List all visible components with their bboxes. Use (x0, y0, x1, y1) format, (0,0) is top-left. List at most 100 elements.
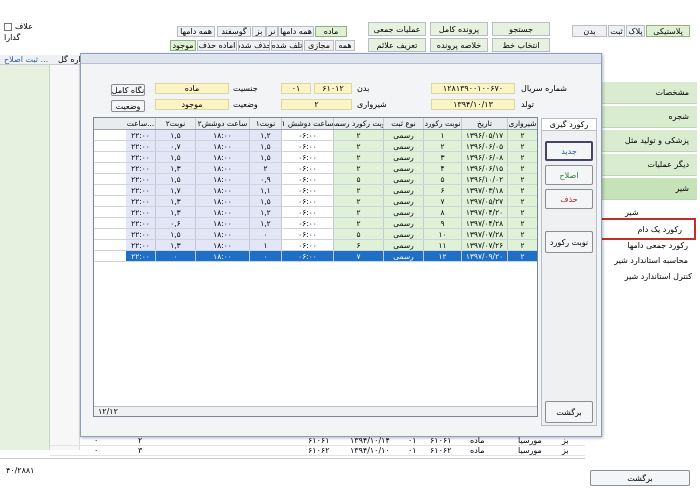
table-cell: ۱۸:۰۰ (196, 141, 250, 151)
bg-cell: ۲ (138, 436, 143, 445)
bg-row-1[interactable]: بز مورسیا ماده ۶۱۰۶۱ ۰۱ ۱۳۹۴/۱۰/۱۴ ۶۱۰۶۱… (50, 436, 585, 446)
define-signs-button[interactable]: تعریف علائم (368, 38, 426, 52)
table-row[interactable]: ۲ ۱۳۹۷/۰۹/۲۰ ۱۲ رسمی ۷ ۰۶:۰۰ ۰ ۱۸:۰۰ ۰ ۲۲:۰۰ (94, 251, 537, 262)
tab-available[interactable]: موجود (170, 40, 196, 51)
column-header[interactable]: تاریخ (462, 118, 508, 129)
background-rows: بز مورسیا ماده ۶۱۰۶۱ ۰۱ ۱۳۹۴/۱۰/۱۴ ۶۱۰۶۱… (50, 436, 585, 456)
table-cell: رسمی (384, 185, 424, 195)
table-cell: ۱۸:۰۰ (196, 163, 250, 173)
tab-plak[interactable]: پلاک (626, 25, 645, 37)
full-file-button[interactable]: پرونده کامل (430, 22, 488, 36)
status-button[interactable]: وضعیت (111, 100, 145, 112)
column-header[interactable]: نوبت رکورد رسمی (334, 118, 384, 129)
table-cell: ۱۸:۰۰ (196, 196, 250, 206)
nav-details[interactable]: مشخصات (602, 82, 697, 104)
table-cell: ۱۸:۰۰ (196, 251, 250, 261)
table-row[interactable]: ۲ ۱۳۹۶/۰۵/۱۷ ۱ رسمی ۲ ۰۶:۰۰ ۱,۲ ۱۸:۰۰ ۱,۵ ۲۲:۰۰ (94, 130, 537, 141)
table-cell: ۰۶:۰۰ (282, 196, 334, 206)
table-row[interactable]: ۲ ۱۳۹۶/۰۶/۱۵ ۴ رسمی ۲ ۰۶:۰۰ ۲ ۱۸:۰۰ ۱,۳ ۲۲:۰۰ (94, 163, 537, 174)
dialog-back-button[interactable]: برگشت (545, 401, 593, 423)
table-cell: ۲۲:۰۰ (126, 141, 156, 151)
tab-virtual[interactable]: مجازی (304, 40, 334, 51)
table-row[interactable]: ۲ ۱۳۹۶/۱۰/۰۲ ۵ رسمی ۵ ۰۶:۰۰ ۰,۹ ۱۸:۰۰ ۱,۵ ۲۲:۰۰ (94, 174, 537, 185)
record-type-button[interactable]: نوبت رکورد (545, 231, 593, 253)
new-button[interactable]: جدید (545, 141, 593, 161)
table-cell: ۱,۲ (250, 207, 282, 217)
tab-sheep[interactable]: گوسفند (217, 26, 251, 37)
background-grid-col2 (50, 65, 80, 450)
table-cell: رسمی (384, 141, 424, 151)
edit-button[interactable]: اصلاح (545, 165, 593, 185)
column-header[interactable]: نوبت۲ (156, 118, 196, 129)
table-cell: ۱,۲ (250, 130, 282, 140)
table-cell: ۱ (250, 240, 282, 250)
sub-milk[interactable]: شیر (625, 208, 639, 217)
table-row[interactable]: ۲ ۱۳۹۷/۰۷/۲۶ ۱۱ رسمی ۶ ۰۶:۰۰ ۱ ۱۸:۰۰ ۱,۳ ۲۲:۰۰ (94, 240, 537, 251)
nav-medical[interactable]: پزشکی و تولید مثل (602, 130, 697, 152)
nav-milk[interactable]: شیر (602, 178, 697, 200)
tab-all-animals-2[interactable]: همه دامها (278, 26, 314, 37)
status-divider (0, 458, 585, 459)
nav-pedigree[interactable]: شجره (602, 106, 697, 128)
sub-bulk-record[interactable]: رکورد جمعی دامها (627, 241, 688, 250)
table-row[interactable]: ۲ ۱۳۹۷/۰۴/۲۸ ۹ رسمی ۲ ۰۶:۰۰ ۱,۲ ۱۸:۰۰ ۰,۶ ۲۲:۰۰ (94, 218, 537, 229)
table-row[interactable]: ۲ ۱۳۹۶/۰۶/۰۸ ۳ رسمی ۲ ۰۶:۰۰ ۱,۵ ۱۸:۰۰ ۱,۵ ۲۲:۰۰ (94, 152, 537, 163)
table-cell: ۲ (250, 163, 282, 173)
column-header[interactable]: شیرواری (508, 118, 537, 129)
tab-body[interactable]: بدن (572, 25, 607, 37)
table-cell: ۱,۳ (156, 196, 196, 206)
table-row[interactable]: ۲ ۱۳۹۶/۰۶/۰۵ ۲ رسمی ۲ ۰۶:۰۰ ۱,۵ ۱۸:۰۰ ۰,۷ ۲۲:۰۰ (94, 141, 537, 152)
filter-checkbox[interactable]: علاف (4, 22, 33, 31)
table-cell: ۹ (424, 218, 462, 228)
column-header[interactable]: نوع ثبت (384, 118, 424, 129)
tab-plastic[interactable]: پلاستیکی (646, 25, 690, 37)
sub-calc-standard[interactable]: محاسبه استاندارد شیر (614, 256, 688, 265)
table-row[interactable]: ۲ ۱۳۹۷/۰۵/۲۷ ۷ رسمی ۲ ۰۶:۰۰ ۱,۵ ۱۸:۰۰ ۱,۳ ۲۲:۰۰ (94, 196, 537, 207)
full-view-button[interactable]: نگاه کامل (111, 84, 145, 96)
checkbox-label-2: گدارا (4, 33, 21, 42)
column-header[interactable]: نوبت رکورد (424, 118, 462, 129)
record-side-panel: رکورد گیری جدید اصلاح حذف نوبت رکورد برگ… (541, 118, 597, 426)
file-summary-button[interactable]: خلاصه پرونده (430, 38, 488, 52)
tab-removed[interactable]: حذف شده (238, 40, 270, 51)
tab-male[interactable]: نر (266, 26, 278, 37)
column-header[interactable]: ساعت... (126, 118, 156, 129)
table-cell: ۰ (156, 251, 196, 261)
record-tab[interactable]: رکورد گیری (541, 118, 597, 131)
tab-all[interactable]: همه (335, 40, 355, 51)
dialog-titlebar[interactable] (81, 54, 601, 64)
tab-female[interactable]: ماده (315, 26, 347, 37)
back-main-button[interactable]: برگشت (590, 470, 690, 486)
table-cell: رسمی (384, 174, 424, 184)
table-cell: ۲ (334, 207, 384, 217)
choose-line-button[interactable]: انتخاب خط (492, 38, 550, 52)
tab-sabt[interactable]: ثبت (608, 25, 625, 37)
delete-button[interactable]: حذف (545, 189, 593, 209)
table-cell: رسمی (384, 207, 424, 217)
sub-single-record-highlight[interactable]: رکورد یک دام (594, 218, 696, 240)
table-cell: ۰,۶ (156, 218, 196, 228)
table-cell: ۱۲ (424, 251, 462, 261)
table-cell: ۲۲:۰۰ (126, 152, 156, 162)
table-row[interactable]: ۲ ۱۳۹۷/۰۴/۲۰ ۸ رسمی ۲ ۰۶:۰۰ ۱,۲ ۱۸:۰۰ ۱,۳ ۲۲:۰۰ (94, 207, 537, 218)
table-row[interactable]: ۲ ۱۳۹۷/۰۳/۱۸ ۶ رسمی ۲ ۰۶:۰۰ ۱,۱ ۱۸:۰۰ ۱,۷ ۲۲:۰۰ (94, 185, 537, 196)
table-cell: ۶ (334, 240, 384, 250)
bulk-ops-button[interactable]: عملیات جمعی (368, 22, 426, 36)
tab-all-animals[interactable]: همه دامها (177, 26, 215, 37)
sub-control-standard[interactable]: کنترل استاندارد شیر (625, 272, 692, 281)
bg-cell: ۳ (138, 446, 143, 455)
nav-other-ops[interactable]: دیگر عملیات (602, 154, 697, 176)
table-row[interactable]: ۲ ۱۳۹۷/۰۷/۲۸ ۱۰ رسمی ۵ ۰۶:۰۰ ۰ ۱۸:۰۰ ۱,۵ ۲۲:۰۰ (94, 229, 537, 240)
tab-goat[interactable]: بز (252, 26, 266, 37)
bg-row-2[interactable]: بز مورسیا ماده ۶۱۰۶۲ ۰۱ ۱۳۹۴/۱۰/۱۰ ۶۱۰۶۲… (50, 446, 585, 456)
filter-tabs-row2: موجود اماده حذف حذف شده تلف شده مجازی هم… (170, 40, 355, 51)
tab-dead[interactable]: تلف شده (271, 40, 303, 51)
tab-ready-remove[interactable]: اماده حذف (197, 40, 237, 51)
column-header[interactable]: ساعت دوشش۲ (196, 118, 250, 129)
search-button[interactable]: جستجو (492, 22, 550, 36)
checkbox-box[interactable] (4, 22, 12, 31)
column-header[interactable]: ساعت دوشش ۱ (282, 118, 334, 129)
column-header[interactable]: نوبت۱ (250, 118, 282, 129)
table-cell: ۲ (334, 163, 384, 173)
bg-cell: ۶۱۰۶۱ (308, 436, 330, 445)
